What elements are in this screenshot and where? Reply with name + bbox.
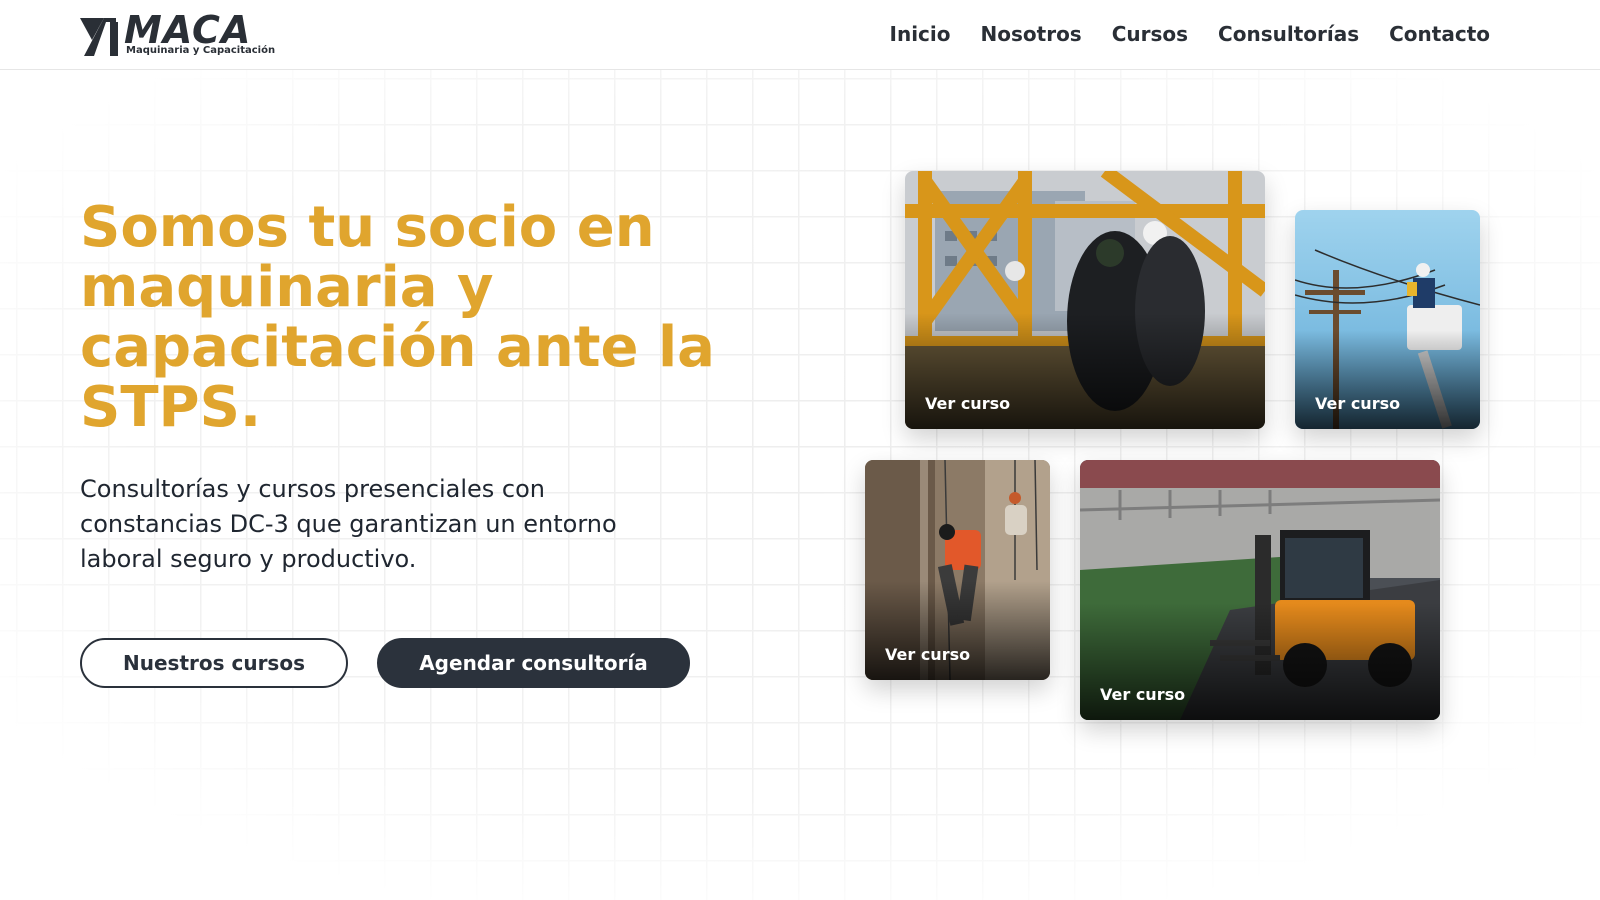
brand-tagline: Maquinaria y Capacitación	[126, 45, 276, 56]
view-course-link[interactable]: Ver curso	[1315, 394, 1400, 413]
course-card-rope-access[interactable]: Ver curso	[865, 460, 1050, 680]
course-card-forklift[interactable]: Ver curso	[1080, 460, 1440, 720]
hero-description: Consultorías y cursos presenciales con c…	[80, 475, 617, 573]
view-course-link[interactable]: Ver curso	[1100, 685, 1185, 704]
nav-consultorias[interactable]: Consultorías	[1218, 20, 1359, 48]
hero-title: Somos tu socio en maquinaria y capacitac…	[80, 195, 715, 440]
nav-contacto[interactable]: Contacto	[1389, 20, 1490, 48]
course-card-lineman[interactable]: Ver curso	[1295, 210, 1480, 429]
schedule-consulting-button[interactable]: Agendar consultoría	[377, 638, 690, 688]
courses-button[interactable]: Nuestros cursos	[80, 638, 348, 688]
view-course-link[interactable]: Ver curso	[885, 645, 970, 664]
nav-cursos[interactable]: Cursos	[1112, 20, 1188, 48]
nav-inicio[interactable]: Inicio	[890, 20, 951, 48]
brand-logo[interactable]: MACA Maquinaria y Capacitación	[80, 10, 275, 60]
course-card-crane[interactable]: Ver curso	[905, 171, 1265, 429]
card-shade	[865, 581, 1050, 680]
brand-name: MACA	[124, 8, 252, 52]
main-nav: Inicio Nosotros Cursos Consultorías Cont…	[890, 20, 1490, 48]
view-course-link[interactable]: Ver curso	[925, 394, 1010, 413]
card-shade	[1295, 330, 1480, 429]
logo-mark-icon	[80, 18, 118, 56]
nav-nosotros[interactable]: Nosotros	[981, 20, 1082, 48]
site-header: MACA Maquinaria y Capacitación Inicio No…	[0, 0, 1600, 70]
